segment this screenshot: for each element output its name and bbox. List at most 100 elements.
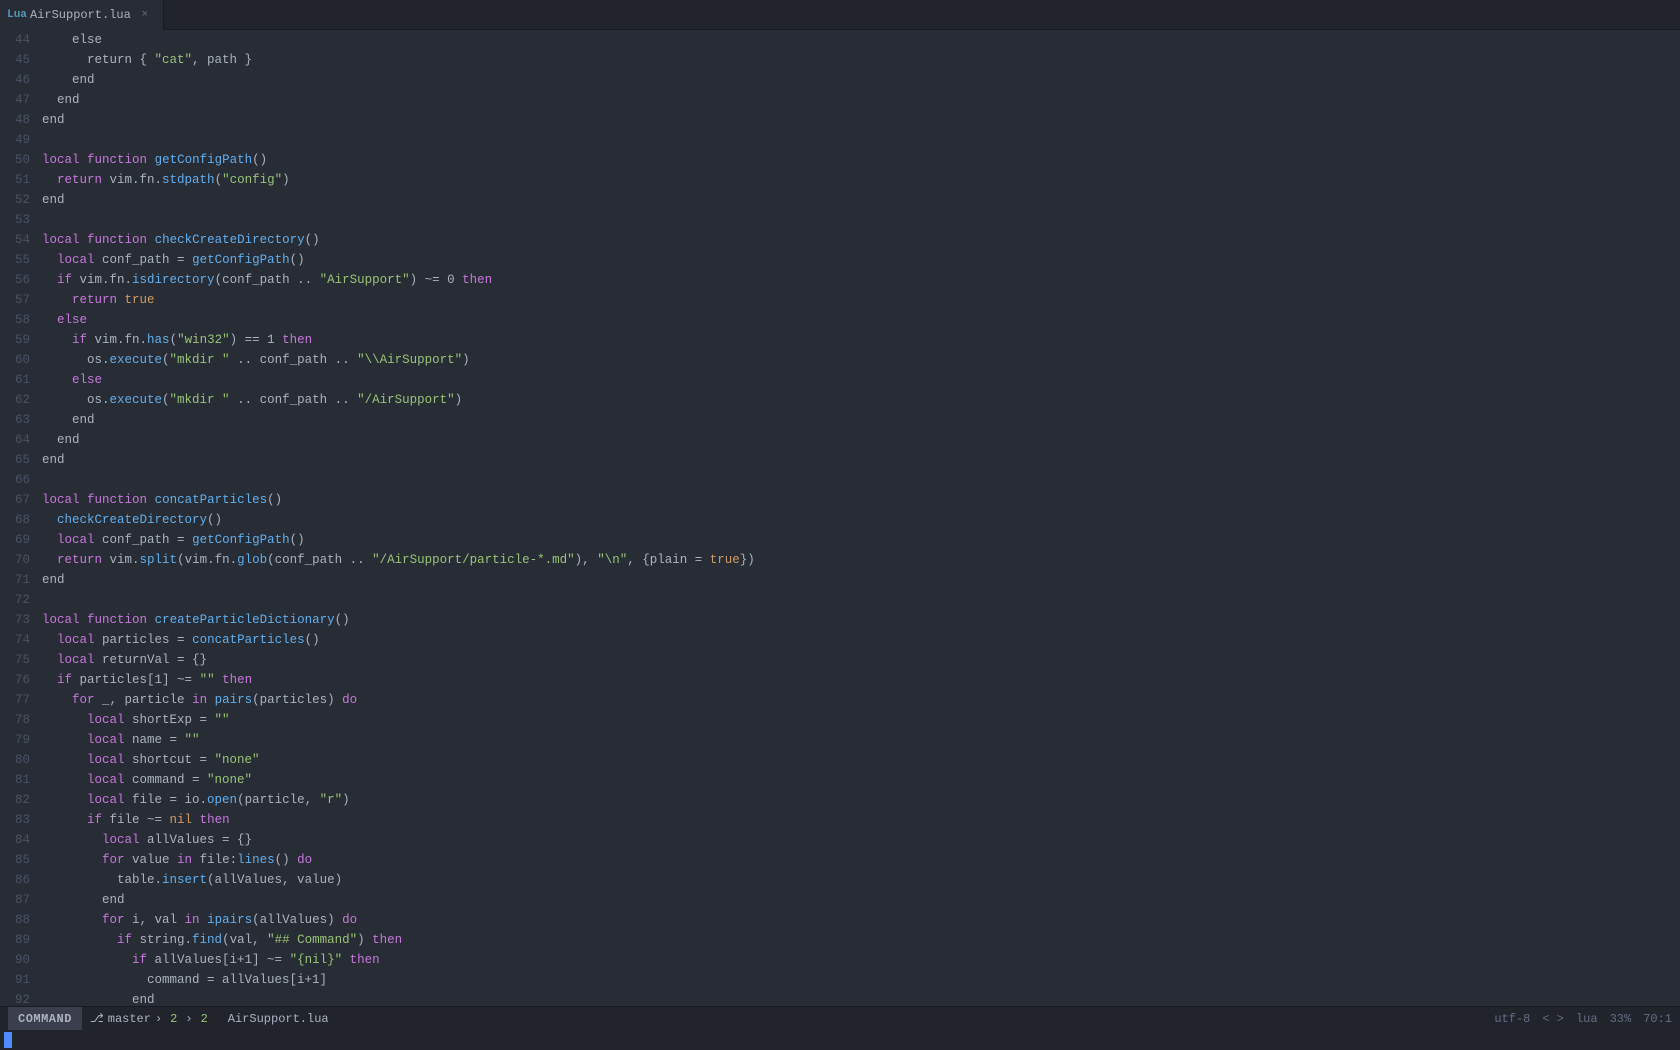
code-line[interactable]: if vim.fn.isdirectory(conf_path .. "AirS… xyxy=(42,270,1680,290)
code-line[interactable]: for i, val in ipairs(allValues) do xyxy=(42,910,1680,930)
code-token-plain: (vim.fn. xyxy=(177,553,237,567)
code-token-kw: local xyxy=(57,253,95,267)
code-line[interactable]: os.execute("mkdir " .. conf_path .. "/Ai… xyxy=(42,390,1680,410)
line-number: 91 xyxy=(4,970,30,990)
code-line[interactable]: return true xyxy=(42,290,1680,310)
line-number: 56 xyxy=(4,270,30,290)
code-line[interactable]: local shortExp = "" xyxy=(42,710,1680,730)
line-number: 89 xyxy=(4,930,30,950)
code-line[interactable] xyxy=(42,130,1680,150)
line-number: 67 xyxy=(4,490,30,510)
line-number: 69 xyxy=(4,530,30,550)
code-token-plain xyxy=(215,673,223,687)
code-line[interactable]: end xyxy=(42,450,1680,470)
code-line[interactable]: for _, particle in pairs(particles) do xyxy=(42,690,1680,710)
tab-close-button[interactable]: × xyxy=(137,7,153,23)
code-token-plain: ), xyxy=(575,553,598,567)
code-line[interactable]: table.insert(allValues, value) xyxy=(42,870,1680,890)
line-number: 82 xyxy=(4,790,30,810)
code-token-call: checkCreateDirectory xyxy=(57,513,207,527)
code-token-plain: string. xyxy=(132,933,192,947)
code-line[interactable]: else xyxy=(42,370,1680,390)
code-line[interactable]: command = allValues[i+1] xyxy=(42,970,1680,990)
code-line[interactable]: end xyxy=(42,990,1680,1006)
code-token-plain xyxy=(42,253,57,267)
code-token-plain: .. conf_path .. xyxy=(230,393,358,407)
code-line[interactable]: end xyxy=(42,190,1680,210)
code-token-kw: in xyxy=(177,853,192,867)
code-token-plain: name = xyxy=(125,733,185,747)
tab-bar: Lua AirSupport.lua × xyxy=(0,0,1680,30)
code-line[interactable]: if allValues[i+1] ~= "{nil}" then xyxy=(42,950,1680,970)
lua-icon: Lua xyxy=(10,8,24,22)
code-line[interactable]: if file ~= nil then xyxy=(42,810,1680,830)
code-line[interactable]: local particles = concatParticles() xyxy=(42,630,1680,650)
code-line[interactable]: os.execute("mkdir " .. conf_path .. "\\A… xyxy=(42,350,1680,370)
code-line[interactable]: local function concatParticles() xyxy=(42,490,1680,510)
code-token-kw: else xyxy=(72,373,102,387)
code-token-kw: for xyxy=(72,693,95,707)
code-line[interactable]: end xyxy=(42,90,1680,110)
code-token-kw: in xyxy=(185,913,200,927)
code-line[interactable]: if vim.fn.has("win32") == 1 then xyxy=(42,330,1680,350)
code-line[interactable]: if particles[1] ~= "" then xyxy=(42,670,1680,690)
cursor-block xyxy=(4,1032,12,1048)
code-token-plain xyxy=(42,753,87,767)
line-number: 86 xyxy=(4,870,30,890)
code-line[interactable]: local conf_path = getConfigPath() xyxy=(42,250,1680,270)
line-number: 83 xyxy=(4,810,30,830)
code-token-plain xyxy=(147,233,155,247)
code-line[interactable]: else xyxy=(42,30,1680,50)
code-line[interactable]: local file = io.open(particle, "r") xyxy=(42,790,1680,810)
code-line[interactable]: else xyxy=(42,310,1680,330)
code-token-plain: (conf_path .. xyxy=(215,273,320,287)
code-token-plain: ) == 1 xyxy=(230,333,283,347)
code-line[interactable]: end xyxy=(42,110,1680,130)
code-token-plain: file = io. xyxy=(125,793,208,807)
code-token-plain: return { xyxy=(42,53,155,67)
code-token-str: "## Command" xyxy=(267,933,357,947)
code-line[interactable]: checkCreateDirectory() xyxy=(42,510,1680,530)
code-line[interactable]: return vim.fn.stdpath("config") xyxy=(42,170,1680,190)
code-line[interactable]: local function createParticleDictionary(… xyxy=(42,610,1680,630)
line-number: 48 xyxy=(4,110,30,130)
code-line[interactable]: local function getConfigPath() xyxy=(42,150,1680,170)
code-line[interactable]: local name = "" xyxy=(42,730,1680,750)
code-line[interactable] xyxy=(42,590,1680,610)
code-token-kw: local xyxy=(42,493,80,507)
code-line[interactable]: local shortcut = "none" xyxy=(42,750,1680,770)
code-token-plain xyxy=(42,813,87,827)
code-line[interactable] xyxy=(42,470,1680,490)
code-line[interactable] xyxy=(42,210,1680,230)
code-line[interactable]: if string.find(val, "## Command") then xyxy=(42,930,1680,950)
line-number: 66 xyxy=(4,470,30,490)
code-line[interactable]: end xyxy=(42,430,1680,450)
code-line[interactable]: local function checkCreateDirectory() xyxy=(42,230,1680,250)
code-line[interactable]: local conf_path = getConfigPath() xyxy=(42,530,1680,550)
code-token-plain: _, particle xyxy=(95,693,193,707)
tab-airsupport[interactable]: Lua AirSupport.lua × xyxy=(0,0,164,30)
code-token-kw: else xyxy=(57,313,87,327)
line-number: 92 xyxy=(4,990,30,1006)
code-line[interactable]: end xyxy=(42,570,1680,590)
code-line[interactable]: end xyxy=(42,890,1680,910)
code-line[interactable]: end xyxy=(42,410,1680,430)
code-line[interactable]: local allValues = {} xyxy=(42,830,1680,850)
line-number: 54 xyxy=(4,230,30,250)
code-token-str: "/AirSupport/particle-*.md" xyxy=(372,553,575,567)
code-line[interactable]: return vim.split(vim.fn.glob(conf_path .… xyxy=(42,550,1680,570)
code-token-plain: vim. xyxy=(102,553,140,567)
cmd-line[interactable] xyxy=(0,1030,1680,1050)
code-line[interactable]: local command = "none" xyxy=(42,770,1680,790)
status-sep2: › xyxy=(185,1012,192,1026)
code-token-call: glob xyxy=(237,553,267,567)
code-line[interactable]: end xyxy=(42,70,1680,90)
code-token-plain xyxy=(80,233,88,247)
code-line[interactable]: return { "cat", path } xyxy=(42,50,1680,70)
code-token-plain xyxy=(80,493,88,507)
code-token-plain: end xyxy=(42,453,65,467)
code-content[interactable]: else return { "cat", path } end endend l… xyxy=(38,30,1680,1006)
code-line[interactable]: local returnVal = {} xyxy=(42,650,1680,670)
code-line[interactable]: for value in file:lines() do xyxy=(42,850,1680,870)
code-token-plain: () xyxy=(267,493,282,507)
